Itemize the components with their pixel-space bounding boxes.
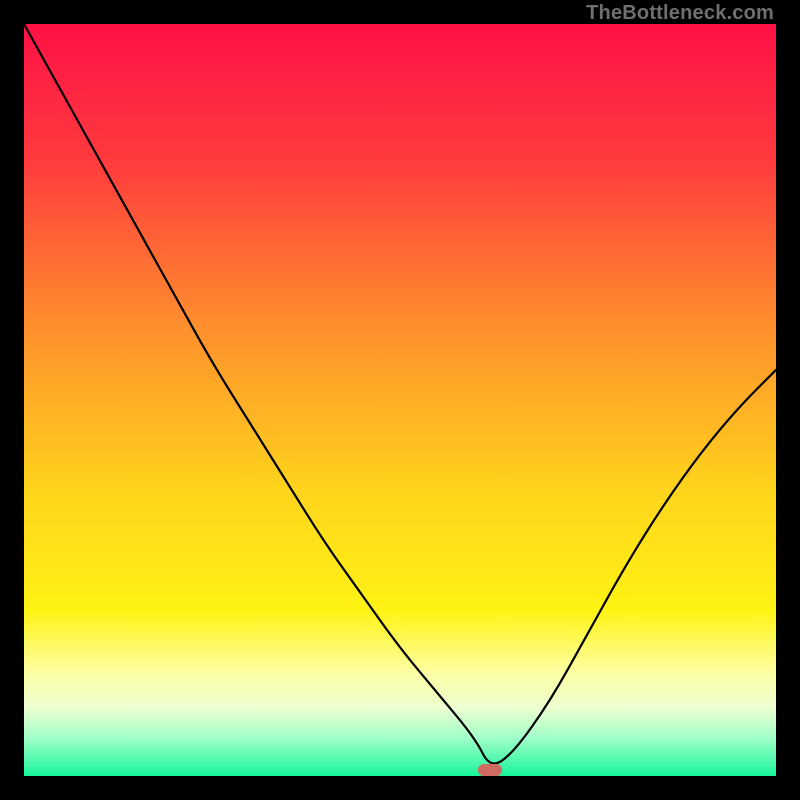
chart-frame: TheBottleneck.com xyxy=(0,0,800,800)
plot-area xyxy=(24,24,776,776)
optimal-point-marker xyxy=(478,764,502,776)
watermark: TheBottleneck.com xyxy=(586,2,774,25)
bottleneck-curve xyxy=(24,24,776,776)
